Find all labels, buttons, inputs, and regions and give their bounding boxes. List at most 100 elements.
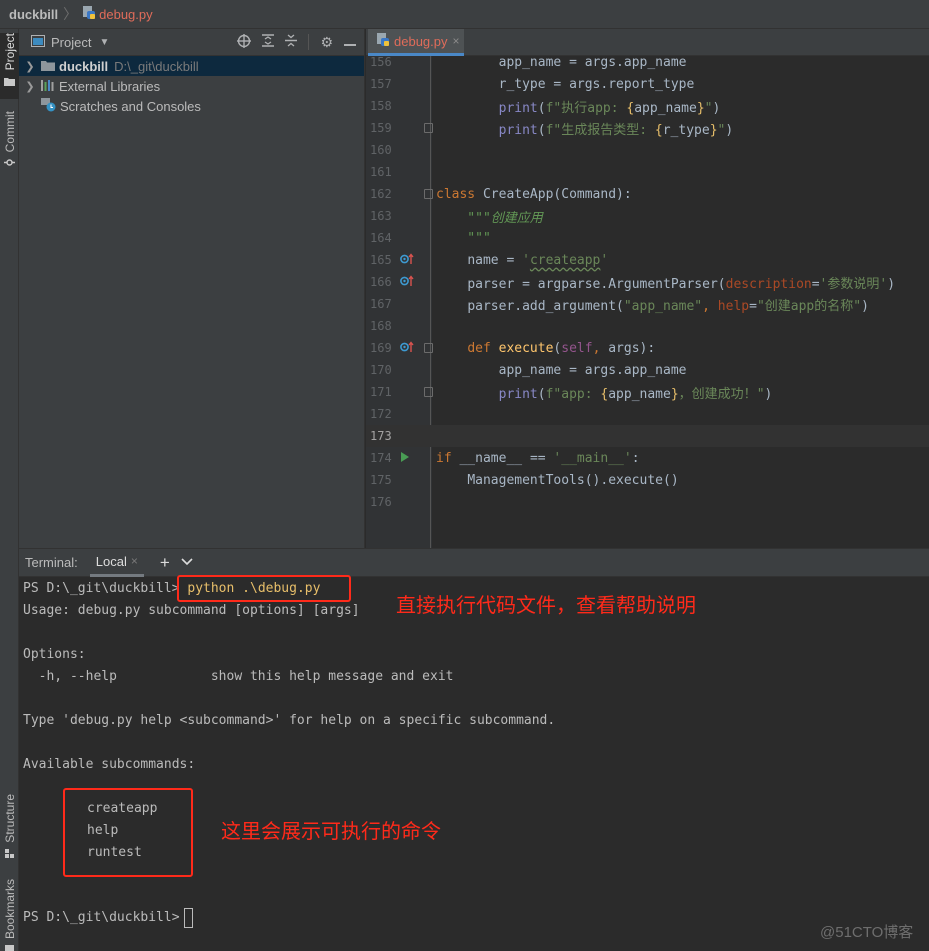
code-line[interactable]: 163 """创建应用	[366, 205, 929, 227]
new-terminal-button[interactable]: +	[160, 553, 170, 573]
code-line[interactable]: 160	[366, 139, 929, 161]
project-view-icon	[31, 34, 45, 50]
terminal-prompt-line[interactable]: PS D:\_git\duckbill>	[23, 907, 193, 929]
line-number: 174	[370, 451, 392, 465]
chevron-down-icon[interactable]	[181, 557, 193, 569]
terminal-output-line: -h, --help show this help message and ex…	[23, 669, 454, 684]
line-number: 165	[370, 253, 392, 267]
line-number: 158	[370, 99, 392, 113]
toolbar-divider	[308, 34, 310, 50]
line-number: 161	[370, 165, 392, 179]
line-number: 163	[370, 209, 392, 223]
chevron-right-icon[interactable]: ❯	[19, 60, 41, 73]
code-text: class CreateApp(Command):	[436, 186, 632, 202]
expand-all-icon[interactable]	[262, 34, 275, 50]
locate-icon[interactable]	[237, 33, 252, 51]
project-toolbar: ⚙	[237, 33, 364, 51]
code-area[interactable]: 156 app_name = args.app_name 157 r_type =…	[366, 56, 929, 548]
fold-marker-icon[interactable]	[424, 343, 433, 353]
code-line[interactable]: 168	[366, 315, 929, 337]
code-line[interactable]: 159 print(f"生成报告类型: {r_type}")	[366, 117, 929, 139]
line-number: 162	[370, 187, 392, 201]
code-line[interactable]: 171 print(f"app: {app_name}，创建成功！")	[366, 381, 929, 403]
code-line[interactable]: 175 ManagementTools().execute()	[366, 469, 929, 491]
code-line[interactable]: 156 app_name = args.app_name	[366, 56, 929, 73]
close-icon[interactable]: ×	[131, 554, 138, 568]
terminal-output-line: Type 'debug.py help <subcommand>' for he…	[23, 713, 556, 728]
python-file-icon	[376, 32, 390, 50]
collapse-all-icon[interactable]	[285, 34, 298, 50]
close-icon[interactable]: ×	[453, 34, 460, 48]
tree-item-label: duckbill	[59, 58, 109, 74]
highlight-box-command	[177, 575, 351, 602]
gear-icon[interactable]: ⚙	[320, 34, 333, 51]
code-line[interactable]: 172	[366, 403, 929, 425]
tree-item-scratches[interactable]: Scratches and Consoles	[19, 96, 364, 116]
code-text: ManagementTools().execute()	[467, 472, 679, 488]
project-panel-header: Project ▼ ⚙	[19, 29, 364, 56]
code-line[interactable]: 162 class CreateApp(Command):	[366, 183, 929, 205]
line-number: 157	[370, 77, 392, 91]
code-line[interactable]: 167 parser.add_argument("app_name", help…	[366, 293, 929, 315]
code-line[interactable]: 161	[366, 161, 929, 183]
terminal-prompt: PS D:\_git\duckbill>	[23, 581, 180, 596]
line-number: 170	[370, 363, 392, 377]
terminal-panel: Terminal: Local × + PS D:\_git\duckbill>…	[19, 548, 929, 951]
code-line[interactable]: 176	[366, 491, 929, 513]
python-file-icon	[82, 5, 96, 23]
code-line[interactable]: 173	[366, 425, 929, 447]
tree-item-duckbill[interactable]: ❯ duckbill D:\_git\duckbill	[19, 56, 364, 76]
folder-icon	[41, 59, 55, 74]
line-number: 160	[370, 143, 392, 157]
tree-item-path: D:\_git\duckbill	[114, 58, 199, 74]
chevron-right-icon[interactable]: ❯	[19, 80, 41, 93]
project-view-selector[interactable]: Project	[51, 35, 91, 50]
terminal-tab-local[interactable]: Local ×	[89, 549, 144, 577]
tool-tab-commit[interactable]: Commit	[0, 111, 19, 171]
navigation-bar: duckbill 〉 debug.py	[0, 0, 929, 29]
code-line[interactable]: 157 r_type = args.report_type	[366, 73, 929, 95]
tree-item-label: Scratches and Consoles	[60, 98, 201, 114]
line-number: 156	[370, 56, 392, 69]
code-line[interactable]: 169 def execute(self, args):	[366, 337, 929, 359]
tool-tab-label: Project	[2, 33, 17, 71]
code-text: parser = argparse.ArgumentParser(descrip…	[467, 276, 896, 292]
breadcrumb-project[interactable]: duckbill	[9, 7, 58, 22]
left-tool-strip: Project Commit Structure Bookmarks	[0, 29, 19, 951]
terminal-output-line: Usage: debug.py subcommand [options] [ar…	[23, 603, 360, 618]
breadcrumb-file[interactable]: debug.py	[99, 7, 153, 22]
breadcrumb-separator-icon: 〉	[63, 6, 78, 22]
code-line[interactable]: 158 print(f"执行app: {app_name}")	[366, 95, 929, 117]
commit-icon	[4, 155, 15, 170]
line-number: 175	[370, 473, 392, 487]
code-line[interactable]: 174 if __name__ == '__main__':	[366, 447, 929, 469]
tool-tab-structure[interactable]: Structure	[0, 794, 19, 862]
terminal-output-line: Options:	[23, 647, 86, 662]
code-line[interactable]: 164 """	[366, 227, 929, 249]
fold-marker-icon[interactable]	[424, 123, 433, 133]
highlight-box-subcommands	[63, 788, 193, 877]
line-number: 159	[370, 121, 392, 135]
hide-icon[interactable]	[344, 35, 356, 50]
code-line[interactable]: 165 name = 'createapp'	[366, 249, 929, 271]
chevron-down-icon[interactable]: ▼	[99, 37, 109, 48]
editor-tab-debug-py[interactable]: debug.py ×	[368, 29, 464, 56]
code-line[interactable]: 170 app_name = args.app_name	[366, 359, 929, 381]
line-number: 166	[370, 275, 392, 289]
code-text: name = 'createapp'	[467, 252, 609, 268]
line-number: 168	[370, 319, 392, 333]
scratches-icon	[41, 97, 56, 115]
tool-tab-project[interactable]: Project	[0, 33, 19, 99]
overrides-method-icon[interactable]	[400, 274, 414, 290]
line-number: 164	[370, 231, 392, 245]
terminal-header: Terminal: Local × +	[19, 549, 929, 577]
fold-marker-icon[interactable]	[424, 387, 433, 397]
tool-tab-bookmarks[interactable]: Bookmarks	[0, 879, 19, 951]
tree-item-external-libraries[interactable]: ❯ External Libraries	[19, 76, 364, 96]
code-line[interactable]: 166 parser = argparse.ArgumentParser(des…	[366, 271, 929, 293]
folder-icon	[4, 74, 15, 89]
overrides-method-icon[interactable]	[400, 252, 414, 268]
fold-marker-icon[interactable]	[424, 189, 433, 199]
overrides-method-icon[interactable]	[400, 340, 414, 356]
run-icon[interactable]	[400, 451, 410, 466]
